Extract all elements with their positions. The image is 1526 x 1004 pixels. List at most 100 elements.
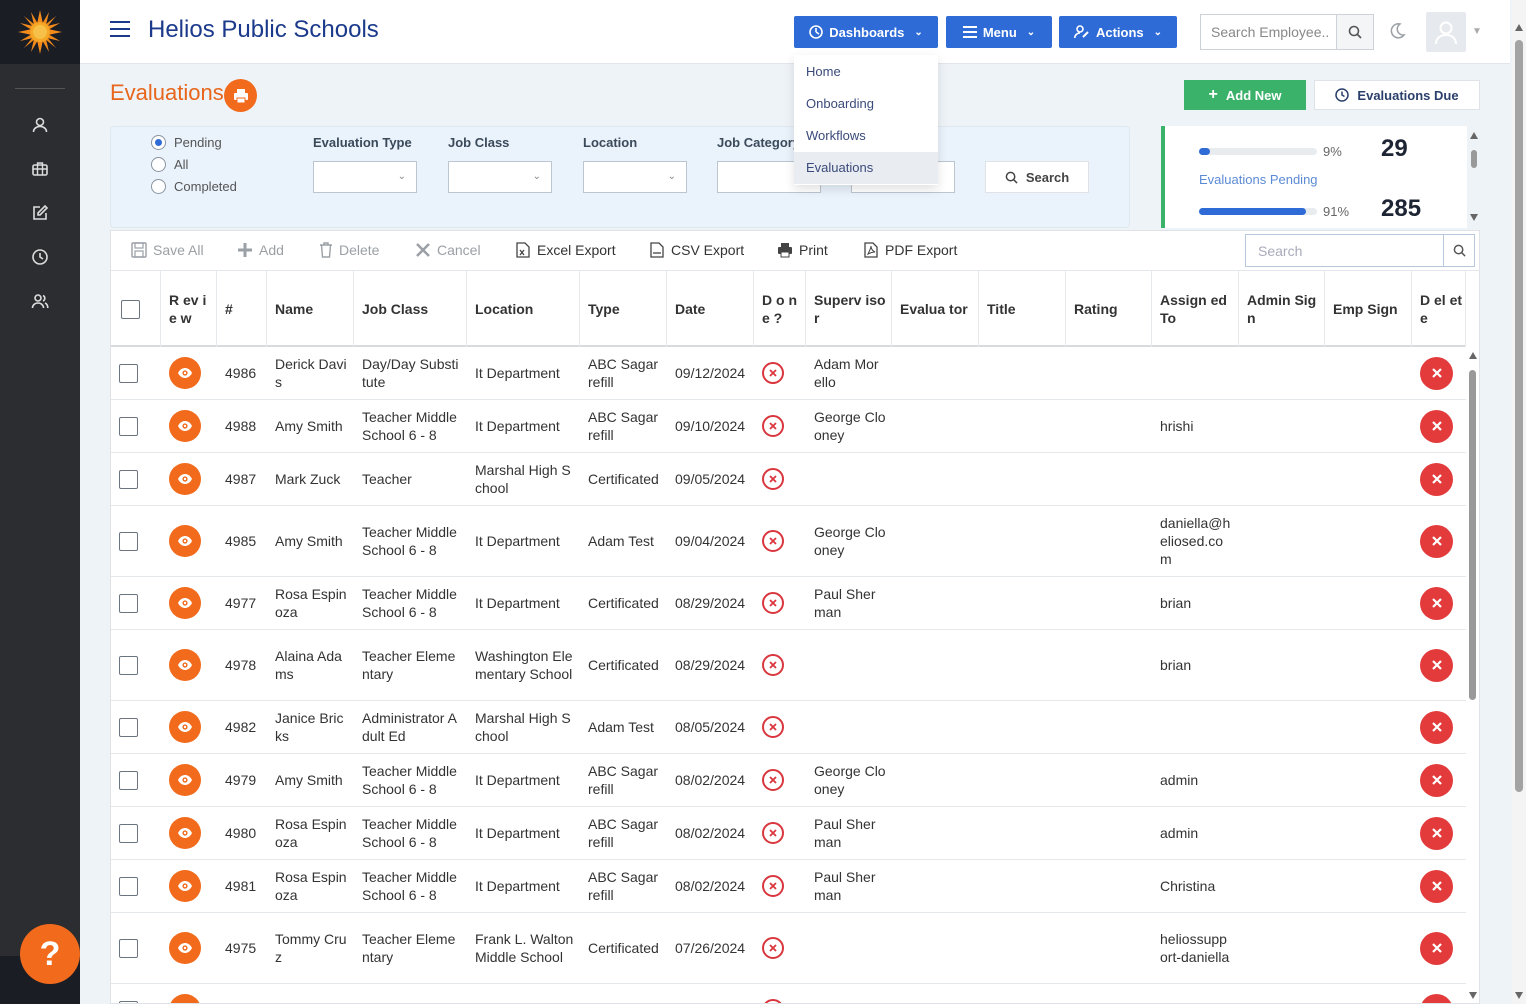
review-eye-icon[interactable] (169, 711, 201, 743)
delete-row-icon[interactable] (1420, 524, 1453, 558)
column-header-delete[interactable]: D el et e (1412, 271, 1466, 347)
hamburger-menu-icon[interactable] (110, 20, 132, 43)
radio-completed[interactable]: Completed (151, 179, 237, 194)
add-new-button[interactable]: + Add New (1184, 80, 1306, 110)
job-class-select[interactable]: ⌄ (448, 161, 552, 193)
table-row[interactable]: 4975 Tommy Cruz Teacher Elementary Frank L.… (111, 913, 1466, 984)
review-eye-icon[interactable] (169, 817, 201, 849)
select-all-checkbox[interactable] (121, 299, 140, 319)
rail-edit[interactable] (0, 191, 80, 235)
row-checkbox[interactable] (119, 593, 138, 613)
table-row[interactable]: 4980 Rosa Espinoza Teacher Middle School 6… (111, 807, 1466, 860)
table-row[interactable]: 4987 Mark Zuck Teacher Marshal High School C… (111, 453, 1466, 506)
column-header-date[interactable]: Date (667, 271, 754, 347)
dashboards-button[interactable]: Dashboards ⌄ (794, 16, 938, 48)
page-scrollbar[interactable] (1512, 0, 1526, 1004)
table-row[interactable]: 4978 Alaina Adams Teacher Elementary Washin… (111, 630, 1466, 701)
grid-search-input[interactable]: Search (1245, 234, 1443, 267)
table-scrollbar[interactable] (1466, 350, 1480, 1004)
delete-row-icon[interactable] (1420, 931, 1453, 965)
row-checkbox[interactable] (119, 717, 138, 737)
rail-users[interactable] (0, 279, 80, 323)
delete-row-icon[interactable] (1420, 710, 1453, 744)
dropdown-item-home[interactable]: Home (794, 56, 938, 88)
review-eye-icon[interactable] (169, 525, 201, 557)
employee-search-button[interactable] (1336, 14, 1374, 50)
table-row[interactable]: 4986 Derick Davis Day/Day Substitute It Dep… (111, 347, 1466, 400)
helios-logo[interactable] (0, 0, 80, 64)
column-header-review[interactable]: R ev ie w (161, 271, 217, 347)
review-eye-icon[interactable] (169, 932, 201, 964)
column-header-admin-sign[interactable]: Admin Sign (1239, 271, 1325, 347)
column-header-title[interactable]: Title (979, 271, 1066, 347)
column-header-assigned-to[interactable]: Assign ed To (1152, 271, 1239, 347)
employee-search-input[interactable]: Search Employee.. (1200, 14, 1336, 50)
column-header-type[interactable]: Type (580, 271, 667, 347)
table-row[interactable]: Marshall HighCertificate George heliossupp (111, 984, 1466, 1003)
grid-search-button[interactable] (1443, 234, 1475, 267)
avatar-chevron-icon[interactable]: ▼ (1472, 26, 1482, 37)
review-eye-icon[interactable] (169, 764, 201, 796)
menu-button[interactable]: Menu ⌄ (946, 16, 1052, 48)
column-header-emp-sign[interactable]: Emp Sign (1325, 271, 1412, 347)
table-row[interactable]: 4988 Amy Smith Teacher Middle School 6 - 8… (111, 400, 1466, 453)
table-row[interactable]: 4977 Rosa Espinoza Teacher Middle School 6… (111, 577, 1466, 630)
rail-employee[interactable] (0, 103, 80, 147)
radio-pending[interactable]: Pending (151, 135, 222, 150)
row-checkbox[interactable] (119, 416, 138, 436)
dropdown-item-evaluations[interactable]: Evaluations (794, 152, 938, 184)
dropdown-item-onboarding[interactable]: Onboarding (794, 88, 938, 120)
row-checkbox[interactable] (119, 938, 138, 958)
rail-jobs[interactable] (0, 147, 80, 191)
delete-row-icon[interactable] (1420, 993, 1453, 1003)
column-header-done[interactable]: D o ne ? (754, 271, 806, 347)
review-eye-icon[interactable] (169, 870, 201, 902)
actions-button[interactable]: Actions ⌄ (1059, 16, 1177, 48)
review-eye-icon[interactable] (169, 994, 201, 1003)
row-checkbox[interactable] (119, 655, 138, 675)
evaluations-due-button[interactable]: Evaluations Due (1314, 80, 1480, 110)
excel-export-button[interactable]: Excel Export (515, 242, 616, 258)
table-row[interactable]: 4985 Amy Smith Teacher Middle School 6 - 8… (111, 506, 1466, 577)
user-avatar[interactable] (1426, 12, 1466, 52)
row-checkbox[interactable] (119, 469, 138, 489)
filter-search-button[interactable]: Search (985, 161, 1089, 193)
row-checkbox[interactable] (119, 823, 138, 843)
delete-row-icon[interactable] (1420, 648, 1453, 682)
add-row-button[interactable]: Add (237, 242, 284, 258)
header-select[interactable] (111, 271, 161, 347)
column-header-supervisor[interactable]: Superv isor (806, 271, 892, 347)
csv-export-button[interactable]: CSV Export (649, 242, 744, 258)
delete-row-icon[interactable] (1420, 586, 1453, 620)
table-row[interactable]: 4982 Janice Bricks Administrator Adult Ed M… (111, 701, 1466, 754)
radio-all[interactable]: All (151, 157, 188, 172)
delete-row-icon[interactable] (1420, 816, 1453, 850)
table-row[interactable]: 4981 Rosa Espinoza Teacher Middle School 6… (111, 860, 1466, 913)
column-header-job-class[interactable]: Job Class (354, 271, 467, 347)
column-header-rating[interactable]: Rating (1066, 271, 1152, 347)
radio-indicator[interactable] (151, 179, 166, 194)
stats-scrollbar[interactable] (1468, 130, 1480, 224)
review-eye-icon[interactable] (169, 649, 201, 681)
help-button[interactable]: ? (20, 924, 80, 984)
print-page-button[interactable] (224, 79, 257, 112)
row-checkbox[interactable] (119, 363, 138, 383)
cancel-button[interactable]: Cancel (415, 242, 481, 258)
review-eye-icon[interactable] (169, 410, 201, 442)
rail-history[interactable] (0, 235, 80, 279)
table-row[interactable]: 4979 Amy Smith Teacher Middle School 6 - 8… (111, 754, 1466, 807)
print-button[interactable]: Print (777, 242, 828, 258)
radio-indicator[interactable] (151, 157, 166, 172)
column-header-evaluator[interactable]: Evalua tor (892, 271, 979, 347)
review-eye-icon[interactable] (169, 357, 201, 389)
row-checkbox[interactable] (119, 770, 138, 790)
delete-row-icon[interactable] (1420, 763, 1453, 797)
dropdown-item-workflows[interactable]: Workflows (794, 120, 938, 152)
evaluation-type-select[interactable]: ⌄ (313, 161, 417, 193)
pdf-export-button[interactable]: PDF Export (863, 242, 957, 258)
save-all-button[interactable]: Save All (131, 242, 204, 258)
radio-indicator[interactable] (151, 135, 166, 150)
delete-row-icon[interactable] (1420, 869, 1453, 903)
dark-mode-toggle[interactable] (1388, 22, 1406, 45)
column-header-location[interactable]: Location (467, 271, 580, 347)
